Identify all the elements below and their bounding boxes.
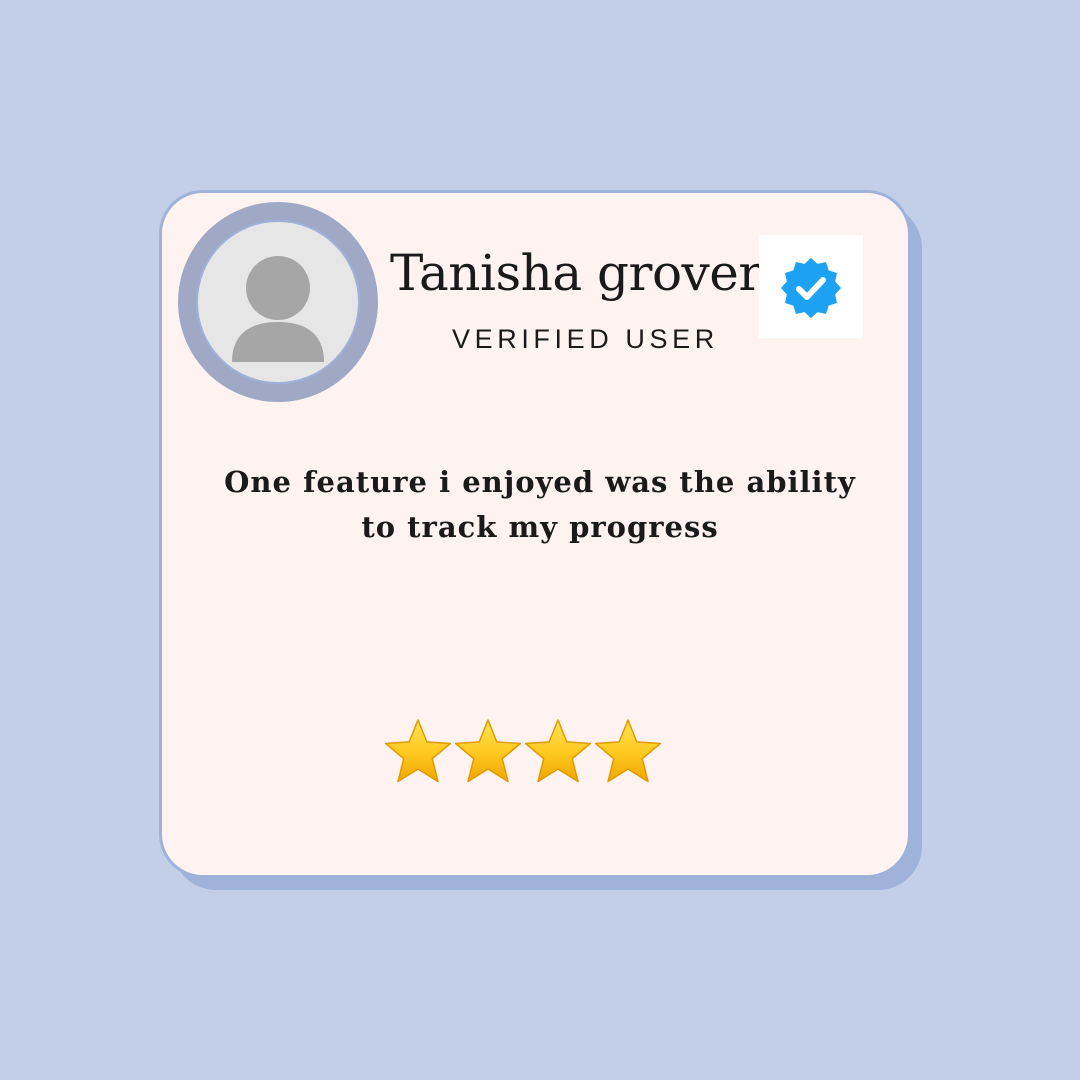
verified-badge-icon [781,258,841,318]
verified-user-label: VERIFIED USER [452,324,719,354]
review-line-1: One feature i enjoyed was the ability [224,465,856,499]
star-icon [384,719,452,783]
review-text: One feature i enjoyed was the ability to… [200,460,880,550]
star-icon [454,719,522,783]
star-icon [594,719,662,783]
user-silhouette-icon [232,256,324,362]
review-line-2: to track my progress [361,510,719,544]
reviewer-name: Tanisha grover [390,244,762,302]
star-rating [384,719,662,783]
avatar [178,202,378,402]
star-icon [524,719,592,783]
avatar-circle [196,220,360,384]
badge-box [759,235,863,338]
background: Tanisha grover VERIFIED USER One feature… [0,0,1080,1080]
